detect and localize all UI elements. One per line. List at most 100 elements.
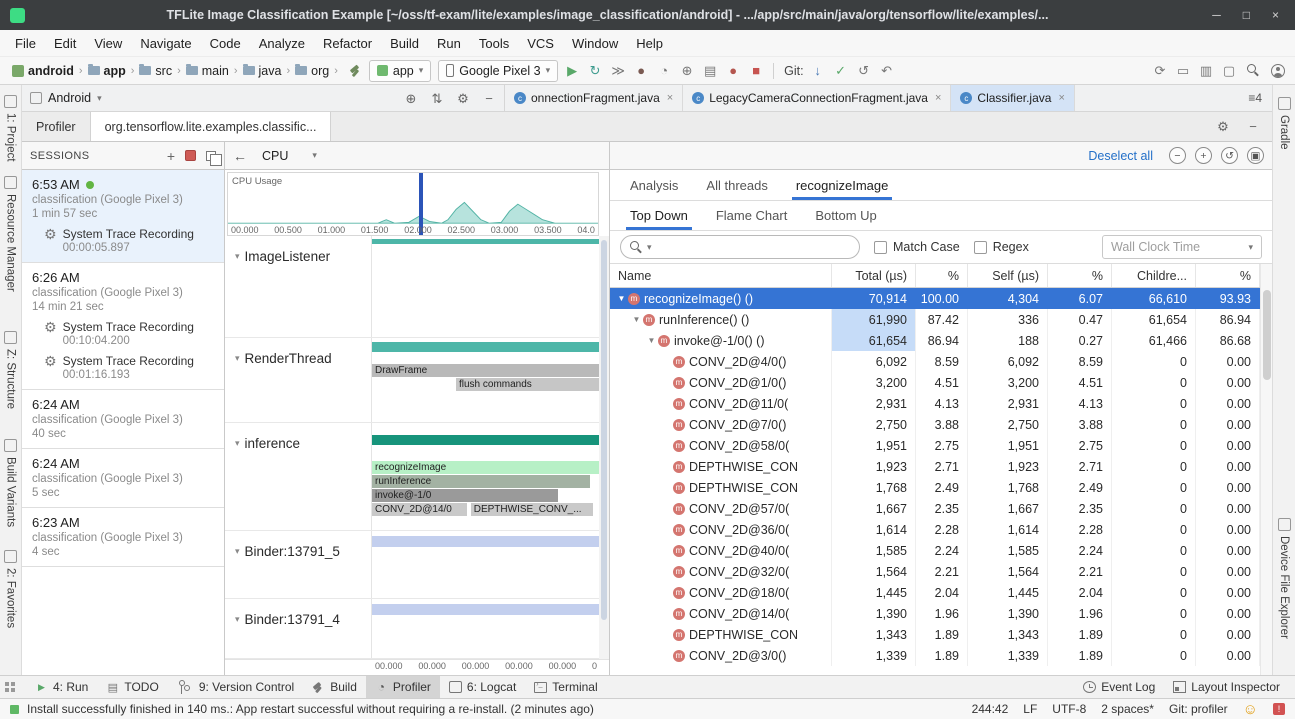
settings-icon[interactable]: ⚙ (1216, 120, 1230, 133)
menu-vcs[interactable]: VCS (518, 33, 563, 54)
tool-button-z-structure[interactable]: Z: Structure (4, 331, 17, 409)
stop-icon[interactable]: ■ (749, 64, 763, 77)
session-item[interactable]: 6:23 AMclassification (Google Pixel 3)4 … (22, 508, 224, 567)
table-row[interactable]: mCONV_2D@32/0(1,5642.211,5642.2100.00 (610, 561, 1272, 582)
menu-view[interactable]: View (85, 33, 131, 54)
breadcrumb-item-src[interactable]: src (137, 64, 174, 78)
cpu-select[interactable]: CPU ▾ (256, 147, 323, 165)
clock-type-select[interactable]: Wall Clock Time ▾ (1102, 235, 1262, 259)
analysis-tab-analysis[interactable]: Analysis (618, 170, 690, 200)
tool-button-gradle[interactable]: Gradle (1278, 97, 1291, 150)
breadcrumb-item-app[interactable]: app (86, 64, 128, 78)
toolwindow-9-version-control[interactable]: 9: Version Control (168, 676, 303, 698)
toolwindow-event-log[interactable]: Event Log (1074, 676, 1164, 698)
run-config-select[interactable]: app ▾ (369, 60, 431, 82)
status-2-spaces[interactable]: 2 spaces* (1101, 702, 1154, 716)
table-row[interactable]: mDEPTHWISE_CON1,9232.711,9232.7100.00 (610, 456, 1272, 477)
thread-name[interactable]: ▾Binder:13791_5 (225, 531, 372, 598)
table-row[interactable]: mCONV_2D@4/0()6,0928.596,0928.5900.00 (610, 351, 1272, 372)
locate-file-icon[interactable]: ⊕ (404, 92, 418, 105)
table-row[interactable]: mCONV_2D@57/0(1,6672.351,6672.3500.00 (610, 498, 1272, 519)
tool-button-resource-manager[interactable]: Resource Manager (4, 176, 17, 292)
profile-avatar-icon[interactable] (1271, 64, 1285, 78)
close-tab-icon[interactable]: × (667, 92, 673, 104)
debug-icon[interactable]: ● (634, 64, 648, 77)
regex-checkbox[interactable]: Regex (974, 240, 1029, 254)
recording-item[interactable]: ⚙System Trace Recording00:00:05.897 (32, 227, 214, 254)
toolwindow-6-logcat[interactable]: 6: Logcat (440, 676, 525, 698)
menu-file[interactable]: File (6, 33, 45, 54)
device-manager-icon[interactable]: ▭ (1176, 64, 1190, 77)
reset-zoom-icon[interactable]: ↺ (1221, 147, 1238, 164)
recording-item[interactable]: ⚙System Trace Recording00:01:16.193 (32, 354, 214, 381)
status-utf-8[interactable]: UTF-8 (1052, 702, 1086, 716)
tool-button-1-project[interactable]: 1: Project (4, 95, 17, 162)
breadcrumb-item-android[interactable]: android (10, 64, 76, 78)
expanded-icon[interactable]: ▼ (616, 294, 627, 303)
thread-name[interactable]: ▾RenderThread (225, 338, 372, 422)
avd-manager-icon[interactable]: ▢ (1222, 64, 1236, 77)
cpu-usage-minimap[interactable]: CPU Usage 00.00000.50001.00001.50002.000… (227, 172, 599, 236)
trace-event[interactable]: CONV_2D@14/0 (372, 503, 467, 516)
toolwindow-build[interactable]: Build (303, 676, 366, 698)
column-header-x[interactable]: % (916, 264, 968, 287)
status-git-profiler[interactable]: Git: profiler (1169, 702, 1228, 716)
table-row[interactable]: mCONV_2D@40/0(1,5852.241,5852.2400.00 (610, 540, 1272, 561)
filter-input[interactable] (656, 240, 850, 254)
minimize-icon[interactable]: − (1246, 120, 1260, 133)
subtab-top-down[interactable]: Top Down (618, 201, 700, 230)
menu-refactor[interactable]: Refactor (314, 33, 381, 54)
cpu-scrollbar[interactable] (599, 236, 609, 659)
stop-recording-icon[interactable] (185, 150, 196, 161)
add-session-icon[interactable]: + (167, 148, 175, 164)
editor-tab-onnectionfragment-java[interactable]: connectionFragment.java× (505, 85, 683, 111)
zoom-to-selection-icon[interactable]: ▣ (1247, 147, 1264, 164)
thread-track[interactable]: DrawFrameflush commands (372, 338, 599, 422)
update-project-icon[interactable]: ↓ (811, 64, 825, 77)
breadcrumb-item-main[interactable]: main (184, 64, 231, 78)
breadcrumb-item-java[interactable]: java (241, 64, 284, 78)
expanded-icon[interactable]: ▼ (646, 336, 657, 345)
session-item[interactable]: 6:24 AMclassification (Google Pixel 3)40… (22, 390, 224, 449)
tool-button-2-favorites[interactable]: 2: Favorites (4, 550, 17, 628)
menu-build[interactable]: Build (381, 33, 428, 54)
toolwindow-profiler[interactable]: Profiler (366, 676, 440, 698)
session-item[interactable]: 6:26 AMclassification (Google Pixel 3)14… (22, 263, 224, 390)
commit-icon[interactable]: ✓ (834, 64, 848, 77)
subtab-flame-chart[interactable]: Flame Chart (704, 201, 800, 230)
table-row[interactable]: mCONV_2D@58/0(1,9512.751,9512.7500.00 (610, 435, 1272, 456)
expanded-icon[interactable]: ▼ (631, 315, 642, 324)
close-tab-icon[interactable]: × (1058, 92, 1064, 104)
editor-tab-list[interactable]: ≡4 (1238, 85, 1272, 111)
error-notification-icon[interactable]: ! (1273, 703, 1285, 715)
menu-window[interactable]: Window (563, 33, 627, 54)
profile-app-icon[interactable]: ● (726, 64, 740, 77)
table-row[interactable]: mDEPTHWISE_CON1,7682.491,7682.4900.00 (610, 477, 1272, 498)
minimize-icon[interactable]: ─ (1212, 8, 1221, 22)
menu-run[interactable]: Run (428, 33, 470, 54)
menu-tools[interactable]: Tools (470, 33, 518, 54)
trace-event[interactable]: DrawFrame (372, 364, 599, 377)
trace-event[interactable]: DEPTHWISE_CONV_... (471, 503, 594, 516)
column-header-self-s[interactable]: Self (µs) (968, 264, 1048, 287)
sdk-manager-icon[interactable]: ▥ (1199, 64, 1213, 77)
rollback-icon[interactable]: ↶ (880, 64, 894, 77)
editor-tab-legacycameraconnectionfragment-java[interactable]: cLegacyCameraConnectionFragment.java× (683, 85, 951, 111)
scrollbar-thumb[interactable] (601, 240, 607, 620)
menu-help[interactable]: Help (627, 33, 672, 54)
table-row[interactable]: mDEPTHWISE_CON1,3431.891,3431.8900.00 (610, 624, 1272, 645)
tool-button-device-file-explorer[interactable]: Device File Explorer (1278, 518, 1291, 639)
device-select[interactable]: Google Pixel 3 ▾ (438, 60, 558, 82)
table-row[interactable]: mCONV_2D@11/0(2,9314.132,9314.1300.00 (610, 393, 1272, 414)
history-icon[interactable]: ↺ (857, 64, 871, 77)
toolwindow-todo[interactable]: TODO (97, 676, 167, 698)
toolwindow-layout-inspector[interactable]: Layout Inspector (1164, 676, 1289, 698)
toolwindow-terminal[interactable]: Terminal (525, 676, 606, 698)
settings-icon[interactable]: ⚙ (456, 92, 470, 105)
build-hammer-icon[interactable] (348, 64, 362, 78)
trace-event[interactable]: flush commands (456, 378, 599, 391)
status-244-42[interactable]: 244:42 (972, 702, 1009, 716)
session-item[interactable]: 6:53 AMclassification (Google Pixel 3)1 … (22, 170, 224, 263)
table-row[interactable]: mCONV_2D@36/0(1,6142.281,6142.2800.00 (610, 519, 1272, 540)
expand-collapse-icon[interactable]: ⇅ (430, 92, 444, 105)
